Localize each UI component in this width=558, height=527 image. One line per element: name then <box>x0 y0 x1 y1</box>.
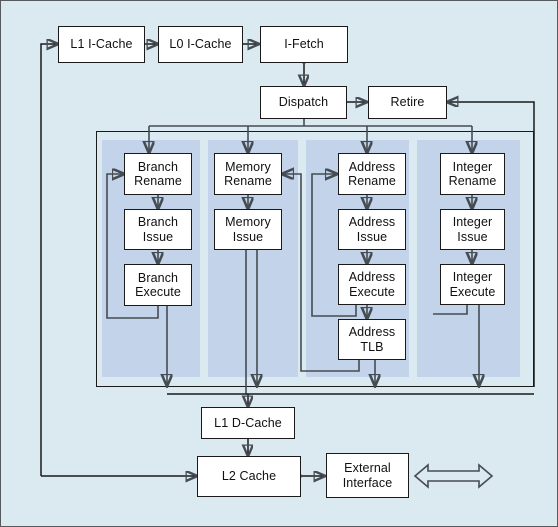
node-branch-execute[interactable]: Branch Execute <box>124 264 192 306</box>
node-address-issue-label-2: Issue <box>356 229 388 244</box>
node-branch-rename[interactable]: Branch Rename <box>124 153 192 195</box>
node-address-tlb[interactable]: Address TLB <box>338 319 406 360</box>
node-i-fetch-label: I-Fetch <box>284 37 324 52</box>
node-integer-rename-label-1: Integer <box>452 159 493 174</box>
node-integer-execute[interactable]: Integer Execute <box>440 264 505 305</box>
node-branch-execute-label-2: Execute <box>135 285 181 299</box>
node-branch-issue-label-1: Branch <box>137 215 179 230</box>
node-l2-cache-label: L2 Cache <box>221 469 277 484</box>
node-address-rename-label-2: Rename <box>348 174 396 188</box>
node-branch-execute-label-1: Branch <box>137 270 179 285</box>
node-address-rename-label-1: Address <box>348 159 396 174</box>
node-l1-icache[interactable]: L1 I-Cache <box>58 26 145 63</box>
node-l1-dcache[interactable]: L1 D-Cache <box>201 407 295 439</box>
node-address-execute-label-2: Execute <box>349 284 395 299</box>
node-address-execute[interactable]: Address Execute <box>338 264 406 305</box>
node-integer-execute-label-2: Execute <box>449 284 496 299</box>
node-memory-rename-label-1: Memory <box>225 159 271 174</box>
node-memory-issue-label-2: Issue <box>232 229 264 244</box>
node-external-interface-label-1: External <box>344 461 391 476</box>
node-l1-dcache-label: L1 D-Cache <box>214 415 282 430</box>
node-integer-rename-label-2: Rename <box>448 174 497 188</box>
node-l0-icache[interactable]: L0 I-Cache <box>158 26 243 63</box>
node-address-issue-label-1: Address <box>348 215 396 230</box>
node-address-tlb-label-2: TLB <box>360 339 384 354</box>
node-branch-issue[interactable]: Branch Issue <box>124 209 192 250</box>
node-memory-issue-label-1: Memory <box>225 215 271 230</box>
node-l2-cache[interactable]: L2 Cache <box>197 456 301 497</box>
node-dispatch-label: Dispatch <box>278 95 329 110</box>
node-memory-rename[interactable]: Memory Rename <box>214 153 282 195</box>
external-bus-arrow-icon <box>413 463 494 489</box>
node-address-rename[interactable]: Address Rename <box>338 153 406 195</box>
node-integer-rename[interactable]: Integer Rename <box>440 153 505 195</box>
node-retire-label: Retire <box>390 95 425 110</box>
node-integer-issue-label-1: Integer <box>452 215 493 230</box>
node-memory-rename-label-2: Rename <box>224 174 272 188</box>
node-address-tlb-label-1: Address <box>348 325 396 340</box>
node-integer-issue[interactable]: Integer Issue <box>440 209 505 250</box>
node-branch-issue-label-2: Issue <box>142 229 174 244</box>
node-branch-rename-label-1: Branch <box>137 159 179 174</box>
node-address-execute-label-1: Address <box>348 270 396 285</box>
node-l1-icache-label: L1 I-Cache <box>70 37 133 52</box>
node-dispatch[interactable]: Dispatch <box>260 86 347 119</box>
node-retire[interactable]: Retire <box>368 86 447 119</box>
node-external-interface-label-2: Interface <box>342 475 393 490</box>
cpu-block-diagram: L1 I-Cache L0 I-Cache I-Fetch Dispatch R… <box>0 0 558 527</box>
node-l0-icache-label: L0 I-Cache <box>169 37 232 52</box>
node-address-issue[interactable]: Address Issue <box>338 209 406 250</box>
node-i-fetch[interactable]: I-Fetch <box>260 26 348 63</box>
node-memory-issue[interactable]: Memory Issue <box>214 209 282 250</box>
node-branch-rename-label-2: Rename <box>134 174 182 188</box>
node-external-interface[interactable]: External Interface <box>326 453 409 498</box>
node-integer-execute-label-1: Integer <box>452 270 493 285</box>
node-integer-issue-label-2: Issue <box>457 229 488 244</box>
